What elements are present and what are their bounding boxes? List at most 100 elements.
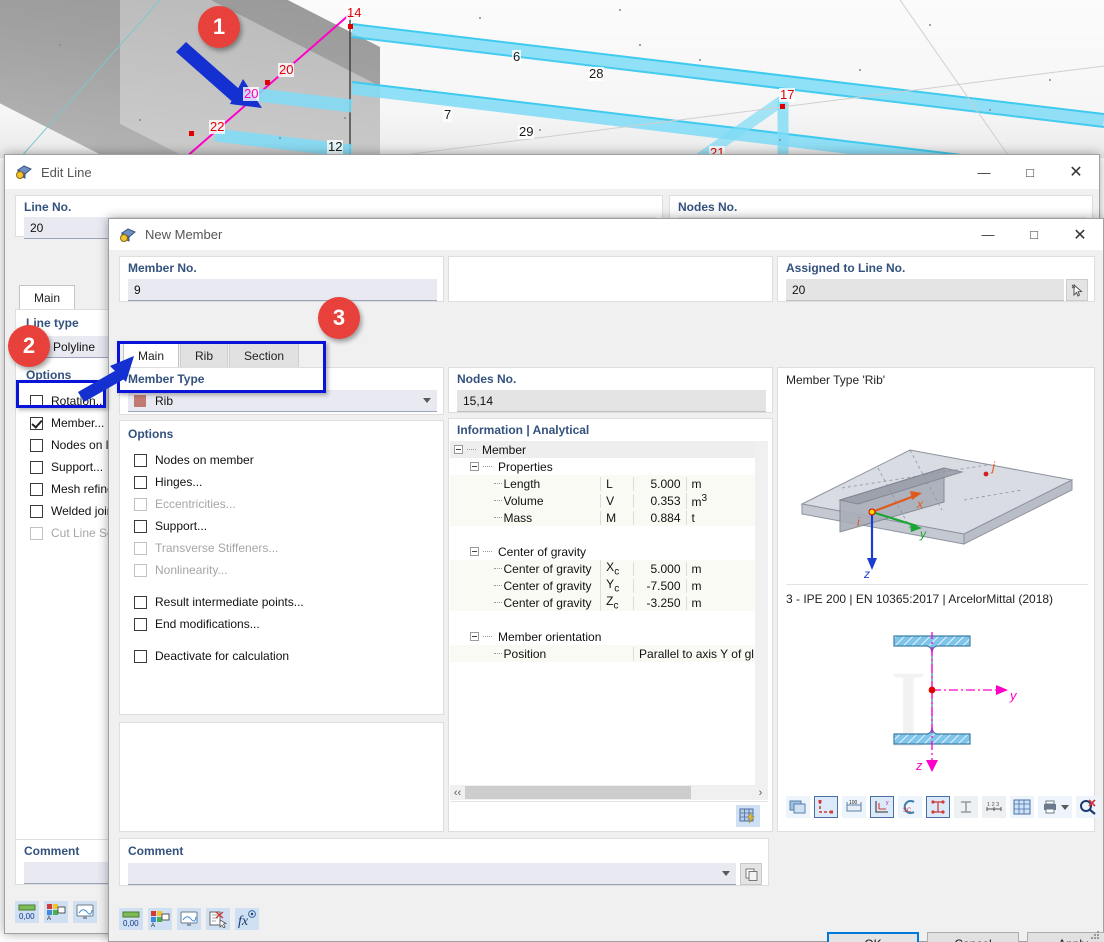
checkbox-icon[interactable]: [134, 617, 147, 631]
checkbox-icon[interactable]: [134, 649, 147, 663]
visual-style-icon[interactable]: [177, 908, 201, 930]
tab-section[interactable]: Section: [229, 343, 300, 367]
new-member-tabs[interactable]: Main Rib Section: [123, 343, 300, 367]
checkbox-icon[interactable]: [134, 519, 147, 533]
table-export-icon[interactable]: [736, 805, 760, 827]
new-member-option[interactable]: Hinges...: [134, 471, 429, 493]
scroll-left-icon[interactable]: ‹‹: [450, 787, 465, 799]
member-type-dropdown[interactable]: Rib: [128, 390, 437, 412]
edit-line-titlebar[interactable]: Edit Line — □ ✕: [5, 155, 1099, 189]
collapse-icon[interactable]: [470, 462, 479, 471]
section-preview-toolbar[interactable]: 100 y SC 1 2 3: [786, 796, 1100, 818]
checkbox-icon[interactable]: [134, 453, 147, 467]
new-member-option[interactable]: Deactivate for calculation: [134, 645, 429, 667]
numbering-icon[interactable]: 1 2 3: [982, 796, 1006, 818]
copy-icon[interactable]: [740, 863, 762, 885]
pick-cursor-icon[interactable]: [1066, 279, 1088, 301]
scroll-right-icon[interactable]: ›: [753, 787, 768, 799]
checkbox-icon[interactable]: [30, 438, 43, 452]
grid-icon[interactable]: [1010, 796, 1034, 818]
profile-icon[interactable]: [954, 796, 978, 818]
display-properties-icon[interactable]: A: [148, 908, 172, 930]
checkbox-icon[interactable]: [30, 504, 43, 518]
chevron-down-icon[interactable]: [722, 871, 730, 876]
minimize-button[interactable]: —: [965, 219, 1011, 250]
formula-icon[interactable]: fx: [235, 908, 259, 930]
new-member-option[interactable]: Nodes on member: [134, 449, 429, 471]
information-panel: Information | Analytical Member Propertie…: [448, 418, 773, 832]
tree-group-row[interactable]: Properties: [450, 458, 755, 475]
tree-connector: [483, 551, 492, 552]
assigned-line-field[interactable]: 20: [786, 279, 1064, 301]
clear-zoom-icon[interactable]: [1076, 796, 1100, 818]
chevron-down-icon[interactable]: [1060, 804, 1069, 810]
render-section-icon[interactable]: [786, 796, 810, 818]
tree-data-row[interactable]: Center of gravity Xc 5.000 m: [450, 559, 755, 578]
chevron-down-icon[interactable]: [423, 398, 431, 403]
new-member-option[interactable]: Result intermediate points...: [134, 591, 429, 613]
edit-line-tabs[interactable]: Main: [19, 285, 76, 309]
new-member-options-list[interactable]: Nodes on member Hinges... Eccentricities..…: [134, 449, 429, 667]
number-format-icon[interactable]: 0,00: [119, 908, 143, 930]
close-button[interactable]: ✕: [1057, 219, 1103, 250]
minimize-button[interactable]: —: [961, 155, 1007, 189]
display-properties-icon[interactable]: A: [44, 901, 68, 923]
new-member-option[interactable]: Support...: [134, 515, 429, 537]
checkbox-icon[interactable]: [134, 595, 147, 609]
new-member-option[interactable]: End modifications...: [134, 613, 429, 635]
tree-data-row[interactable]: Center of gravity Zc -3.250 m: [450, 593, 755, 612]
checkbox-icon[interactable]: [30, 416, 43, 430]
tree-group-row[interactable]: Member orientation: [450, 628, 755, 645]
new-member-option-label: Support...: [155, 519, 208, 533]
tree-data-row[interactable]: Position Parallel to axis Y of gl: [450, 645, 755, 662]
new-member-window-controls[interactable]: — □ ✕: [965, 219, 1103, 250]
member-no-field[interactable]: 9: [128, 279, 437, 301]
3d-model-viewport[interactable]: 14 20 20 22 12 6 28 7 29 17 21: [0, 0, 1104, 158]
shear-center-icon[interactable]: SC: [898, 796, 922, 818]
tab-main[interactable]: Main: [123, 343, 180, 367]
close-button[interactable]: ✕: [1053, 155, 1099, 189]
checkbox-icon[interactable]: [30, 394, 43, 408]
cancel-button[interactable]: Cancel: [927, 932, 1019, 942]
axes-icon[interactable]: y: [870, 796, 894, 818]
measure-icon[interactable]: 100: [842, 796, 866, 818]
information-vertical-scrollbar[interactable]: [755, 441, 768, 785]
nodes-no-field[interactable]: 15,14: [457, 390, 766, 412]
number-format-icon[interactable]: 0,00: [15, 901, 39, 923]
visual-style-icon[interactable]: [73, 901, 97, 923]
new-member-window[interactable]: New Member — □ ✕ Member No. 9 Assigned t…: [108, 218, 1104, 942]
tree-data-row[interactable]: Volume V 0.353 m3: [450, 492, 755, 509]
assigned-line-label: Assigned to Line No.: [786, 261, 906, 275]
clear-selection-icon[interactable]: [206, 908, 230, 930]
member-preview-title: Member Type 'Rib': [786, 373, 886, 387]
ok-button[interactable]: OK: [827, 932, 919, 942]
resize-grip[interactable]: [1090, 929, 1100, 939]
checkbox-icon[interactable]: [30, 482, 43, 496]
app-icon: [15, 163, 33, 181]
print-icon[interactable]: [1038, 796, 1072, 818]
checkbox-icon[interactable]: [30, 460, 43, 474]
tree-data-row[interactable]: Center of gravity Yc -7.500 m: [450, 576, 755, 595]
maximize-button[interactable]: □: [1011, 219, 1057, 250]
stress-points-icon[interactable]: [926, 796, 950, 818]
new-member-toolbar[interactable]: 0,00 A fx: [119, 908, 259, 930]
maximize-button[interactable]: □: [1007, 155, 1053, 189]
tree-group-row[interactable]: Center of gravity: [450, 543, 755, 560]
tree-data-row[interactable]: Length L 5.000 m: [450, 475, 755, 492]
information-tree[interactable]: Member Properties Length L 5.000 m Volume V 0.35…: [450, 441, 755, 785]
dimensions-icon[interactable]: [814, 796, 838, 818]
tree-root-row[interactable]: Member: [450, 441, 755, 458]
tab-main[interactable]: Main: [19, 285, 76, 309]
edit-line-toolbar[interactable]: 0,00 A: [15, 901, 97, 923]
checkbox-icon[interactable]: [134, 475, 147, 489]
new-member-comment-field[interactable]: [128, 863, 736, 885]
tab-rib[interactable]: Rib: [180, 343, 229, 367]
new-member-titlebar[interactable]: New Member — □ ✕: [109, 219, 1103, 250]
tree-row-label: Volume: [503, 493, 544, 508]
tree-data-row[interactable]: Mass M 0.884 t: [450, 509, 755, 526]
collapse-icon[interactable]: [454, 445, 463, 454]
collapse-icon[interactable]: [470, 632, 479, 641]
collapse-icon[interactable]: [470, 547, 479, 556]
edit-line-window-controls[interactable]: — □ ✕: [961, 155, 1099, 189]
information-horizontal-scrollbar[interactable]: ‹‹ ›: [450, 785, 768, 800]
